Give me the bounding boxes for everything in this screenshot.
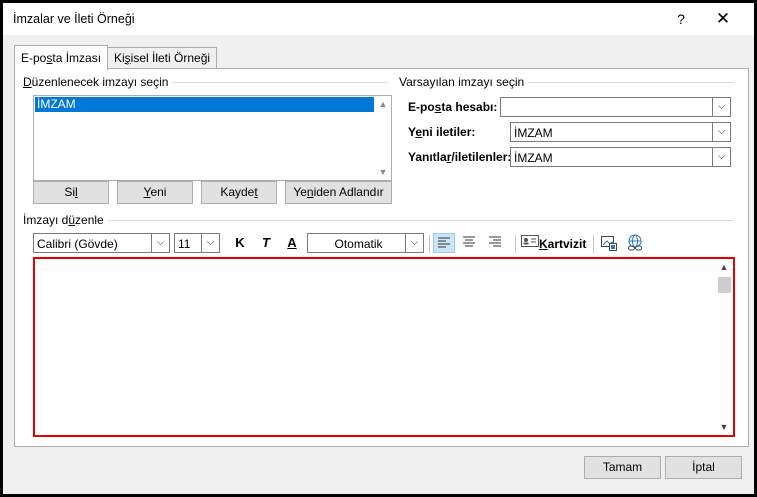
- tab-personal-stationery[interactable]: Kişisel İleti Örneği: [107, 47, 218, 69]
- rename-button[interactable]: Yeniden Adlandır: [285, 181, 392, 204]
- dialog-window: İmzalar ve İleti Örneği ? ✕ E-posta İmza…: [0, 0, 757, 497]
- help-button[interactable]: ?: [671, 9, 691, 29]
- list-scrollbar[interactable]: ▲ ▼: [375, 96, 391, 180]
- toolbar-divider: [515, 235, 516, 253]
- scroll-down-icon[interactable]: ▼: [716, 419, 732, 435]
- list-item[interactable]: İMZAM: [35, 97, 374, 112]
- cancel-button[interactable]: İptal: [665, 456, 742, 479]
- select-signature-label: Düzenlenecek imzayı seçin: [23, 75, 173, 89]
- signature-editor[interactable]: ▲ ▼: [33, 257, 735, 437]
- insert-picture-icon[interactable]: [599, 233, 619, 253]
- align-left-icon[interactable]: [433, 233, 455, 253]
- new-messages-dropdown[interactable]: İMZAM ⌵: [510, 122, 731, 142]
- default-signature-label: Varsayılan imzayı seçin: [399, 75, 529, 89]
- tab-email-signature[interactable]: E-posta İmzası: [14, 45, 109, 70]
- chevron-down-icon[interactable]: ⌵: [201, 234, 219, 252]
- font-color-dropdown[interactable]: Otomatik ⌵: [307, 233, 424, 253]
- chevron-down-icon[interactable]: ⌵: [712, 98, 730, 116]
- edit-signature-label: İmzayı düzenle: [23, 213, 108, 227]
- scroll-up-icon[interactable]: ▲: [716, 259, 732, 275]
- delete-button[interactable]: Sil: [33, 181, 109, 204]
- align-right-icon[interactable]: [485, 233, 507, 253]
- font-dropdown[interactable]: Calibri (Gövde) ⌵: [33, 233, 170, 253]
- align-center-icon[interactable]: [459, 233, 481, 253]
- scroll-down-icon[interactable]: ▼: [375, 164, 391, 180]
- bold-button[interactable]: K: [231, 233, 249, 253]
- editor-scrollbar[interactable]: ▲ ▼: [716, 259, 733, 435]
- italic-button[interactable]: T: [257, 233, 275, 253]
- scroll-thumb[interactable]: [718, 277, 731, 293]
- toolbar-divider: [429, 235, 430, 253]
- underline-button[interactable]: A: [283, 233, 301, 253]
- save-button[interactable]: Kaydet: [201, 181, 277, 204]
- email-account-label: E-posta hesabı:: [408, 100, 498, 114]
- title-bar: İmzalar ve İleti Örneği ? ✕: [3, 3, 754, 35]
- new-button[interactable]: Yeni: [117, 181, 193, 204]
- signature-list[interactable]: İMZAM ▲ ▼: [33, 95, 392, 181]
- new-messages-label: Yeni iletiler:: [408, 125, 476, 139]
- hyperlink-icon[interactable]: [625, 233, 645, 253]
- group-divider: [23, 220, 733, 221]
- chevron-down-icon[interactable]: ⌵: [712, 123, 730, 141]
- email-account-dropdown[interactable]: ⌵: [500, 97, 731, 117]
- toolbar-divider: [593, 235, 594, 253]
- ok-button[interactable]: Tamam: [584, 456, 661, 479]
- replies-dropdown[interactable]: İMZAM ⌵: [510, 147, 731, 167]
- chevron-down-icon[interactable]: ⌵: [712, 148, 730, 166]
- scroll-up-icon[interactable]: ▲: [375, 96, 391, 112]
- chevron-down-icon[interactable]: ⌵: [405, 234, 423, 252]
- font-size-dropdown[interactable]: 11 ⌵: [174, 233, 220, 253]
- business-card-icon: [521, 234, 539, 254]
- close-button[interactable]: ✕: [711, 9, 735, 29]
- window-title: İmzalar ve İleti Örneği: [13, 12, 135, 26]
- chevron-down-icon[interactable]: ⌵: [151, 234, 169, 252]
- replies-label: Yanıtlar/iletilenler:: [408, 150, 512, 164]
- business-card-button[interactable]: Kartvizit: [521, 233, 586, 253]
